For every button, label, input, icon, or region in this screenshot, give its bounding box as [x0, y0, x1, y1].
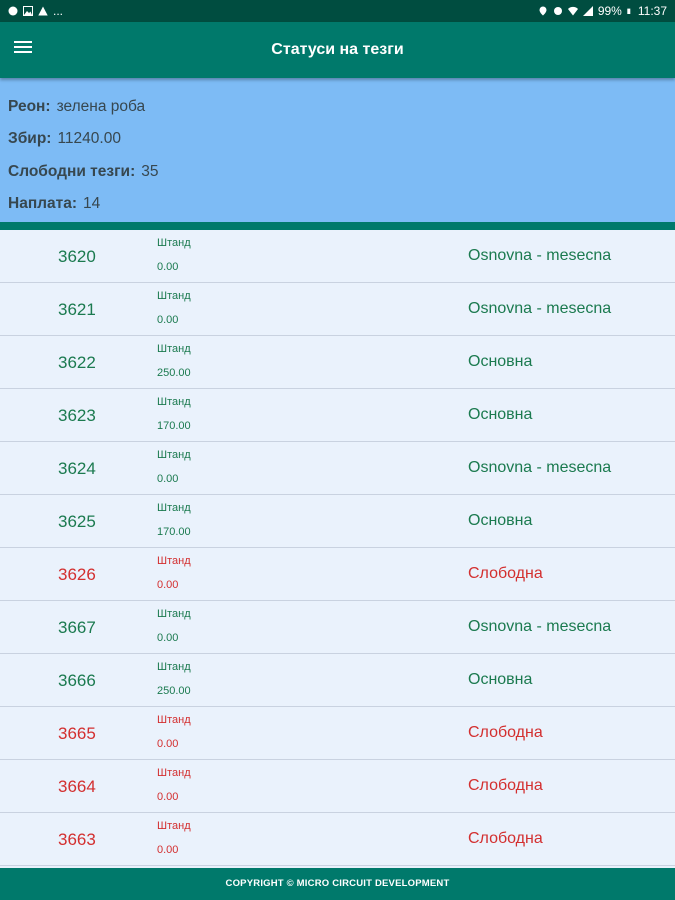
paid-label: Наплата:	[8, 195, 78, 212]
free-stalls-row: Слободни тезги: 35	[8, 163, 159, 181]
stall-status: Слободна	[468, 724, 543, 741]
stall-status: Слободна	[468, 565, 543, 582]
stall-type-label: Штанд	[157, 555, 191, 567]
more-notifications-text: ...	[53, 4, 64, 18]
table-row[interactable]: 3625 Штанд 170.00 Основна	[0, 495, 675, 548]
stall-number: 3665	[58, 724, 96, 743]
stall-number: 3623	[58, 406, 96, 425]
stall-number: 3666	[58, 671, 96, 690]
stall-type-label: Штанд	[157, 714, 191, 726]
stall-status: Osnovna - mesecna	[468, 618, 612, 635]
paid-row: Наплата: 14	[8, 195, 100, 213]
warning-icon	[38, 6, 48, 16]
wifi-icon	[567, 6, 578, 16]
battery-percent: 99%	[597, 4, 622, 18]
notification-icon	[8, 6, 18, 16]
location-icon	[539, 6, 547, 16]
stall-number: 3621	[58, 300, 96, 319]
stall-amount: 0.00	[157, 473, 179, 485]
app-bar: Статуси на тезги	[0, 22, 675, 78]
sum-row: Збир: 11240.00	[8, 130, 121, 148]
stall-amount: 0.00	[157, 791, 179, 803]
sum-label: Збир:	[8, 130, 52, 147]
table-row[interactable]: 3664 Штанд 0.00 Слободна	[0, 760, 675, 813]
stall-type-label: Штанд	[157, 237, 191, 249]
stall-status: Основна	[468, 512, 533, 529]
stall-status: Osnovna - mesecna	[468, 247, 612, 264]
stall-status: Основна	[468, 353, 533, 370]
region-value: зелена роба	[56, 98, 146, 115]
table-row[interactable]: 3624 Штанд 0.00 Osnovna - mesecna	[0, 442, 675, 495]
status-bar: ... 99% 11:37	[0, 0, 675, 22]
stall-type-label: Штанд	[157, 820, 191, 832]
free-stalls-label: Слободни тезги:	[8, 163, 136, 180]
stall-type-label: Штанд	[157, 343, 191, 355]
clock: 11:37	[637, 4, 667, 18]
stall-number: 3622	[58, 353, 96, 372]
free-stalls-value: 35	[141, 163, 159, 180]
stall-number: 3625	[58, 512, 96, 531]
image-icon	[23, 6, 33, 16]
stall-amount: 250.00	[157, 367, 191, 379]
table-row[interactable]: 3665 Штанд 0.00 Слободна	[0, 707, 675, 760]
stall-amount: 0.00	[157, 579, 179, 591]
stall-type-label: Штанд	[157, 661, 191, 673]
region-row: Реон: зелена роба	[8, 98, 145, 116]
footer-copyright: COPYRIGHT © MICRO CIRCUIT DEVELOPMENT	[0, 868, 675, 900]
summary-panel: Реон: зелена роба Збир: 11240.00 Слободни …	[0, 78, 675, 222]
stall-amount: 170.00	[157, 526, 191, 538]
stall-number: 3664	[58, 777, 96, 796]
stall-type-label: Штанд	[157, 449, 191, 461]
alarm-icon	[553, 7, 562, 15]
table-row[interactable]: 3626 Штанд 0.00 Слободна	[0, 548, 675, 601]
table-row[interactable]: 3666 Штанд 250.00 Основна	[0, 654, 675, 707]
stall-status: Слободна	[468, 830, 543, 847]
stall-amount: 0.00	[157, 632, 179, 644]
stall-type-label: Штанд	[157, 396, 191, 408]
stall-status: Osnovna - mesecna	[468, 459, 612, 476]
section-divider	[0, 222, 675, 230]
battery-icon	[627, 8, 631, 14]
stall-status: Основна	[468, 671, 533, 688]
stall-amount: 170.00	[157, 420, 191, 432]
table-row[interactable]: 3623 Штанд 170.00 Основна	[0, 389, 675, 442]
stall-status: Слободна	[468, 777, 543, 794]
stall-type-label: Штанд	[157, 290, 191, 302]
table-row[interactable]: 3667 Штанд 0.00 Osnovna - mesecna	[0, 601, 675, 654]
stall-status: Основна	[468, 406, 533, 423]
paid-value: 14	[83, 195, 101, 212]
table-row[interactable]: 3621 Штанд 0.00 Osnovna - mesecna	[0, 283, 675, 336]
sum-value: 11240.00	[57, 130, 121, 147]
stall-list[interactable]: 3620 Штанд 0.00 Osnovna - mesecna 3621 Штанд 0…	[0, 230, 675, 868]
stall-amount: 0.00	[157, 844, 179, 856]
stall-status: Osnovna - mesecna	[468, 300, 612, 317]
stall-number: 3620	[58, 247, 96, 266]
table-row[interactable]: 3622 Штанд 250.00 Основна	[0, 336, 675, 389]
stall-type-label: Штанд	[157, 767, 191, 779]
stall-type-label: Штанд	[157, 608, 191, 620]
stall-number: 3663	[58, 830, 96, 849]
table-row[interactable]: 3663 Штанд 0.00 Слободна	[0, 813, 675, 866]
stall-number: 3626	[58, 565, 96, 584]
table-row[interactable]: 3620 Штанд 0.00 Osnovna - mesecna	[0, 230, 675, 283]
stall-type-label: Штанд	[157, 502, 191, 514]
signal-icon	[582, 6, 593, 16]
stall-number: 3624	[58, 459, 96, 478]
stall-amount: 0.00	[157, 314, 179, 326]
region-label: Реон:	[8, 98, 51, 115]
stall-amount: 0.00	[157, 738, 179, 750]
stall-amount: 250.00	[157, 685, 191, 697]
stall-amount: 0.00	[157, 261, 179, 273]
page-title: Статуси на тезги	[271, 41, 404, 58]
stall-number: 3667	[58, 618, 96, 637]
